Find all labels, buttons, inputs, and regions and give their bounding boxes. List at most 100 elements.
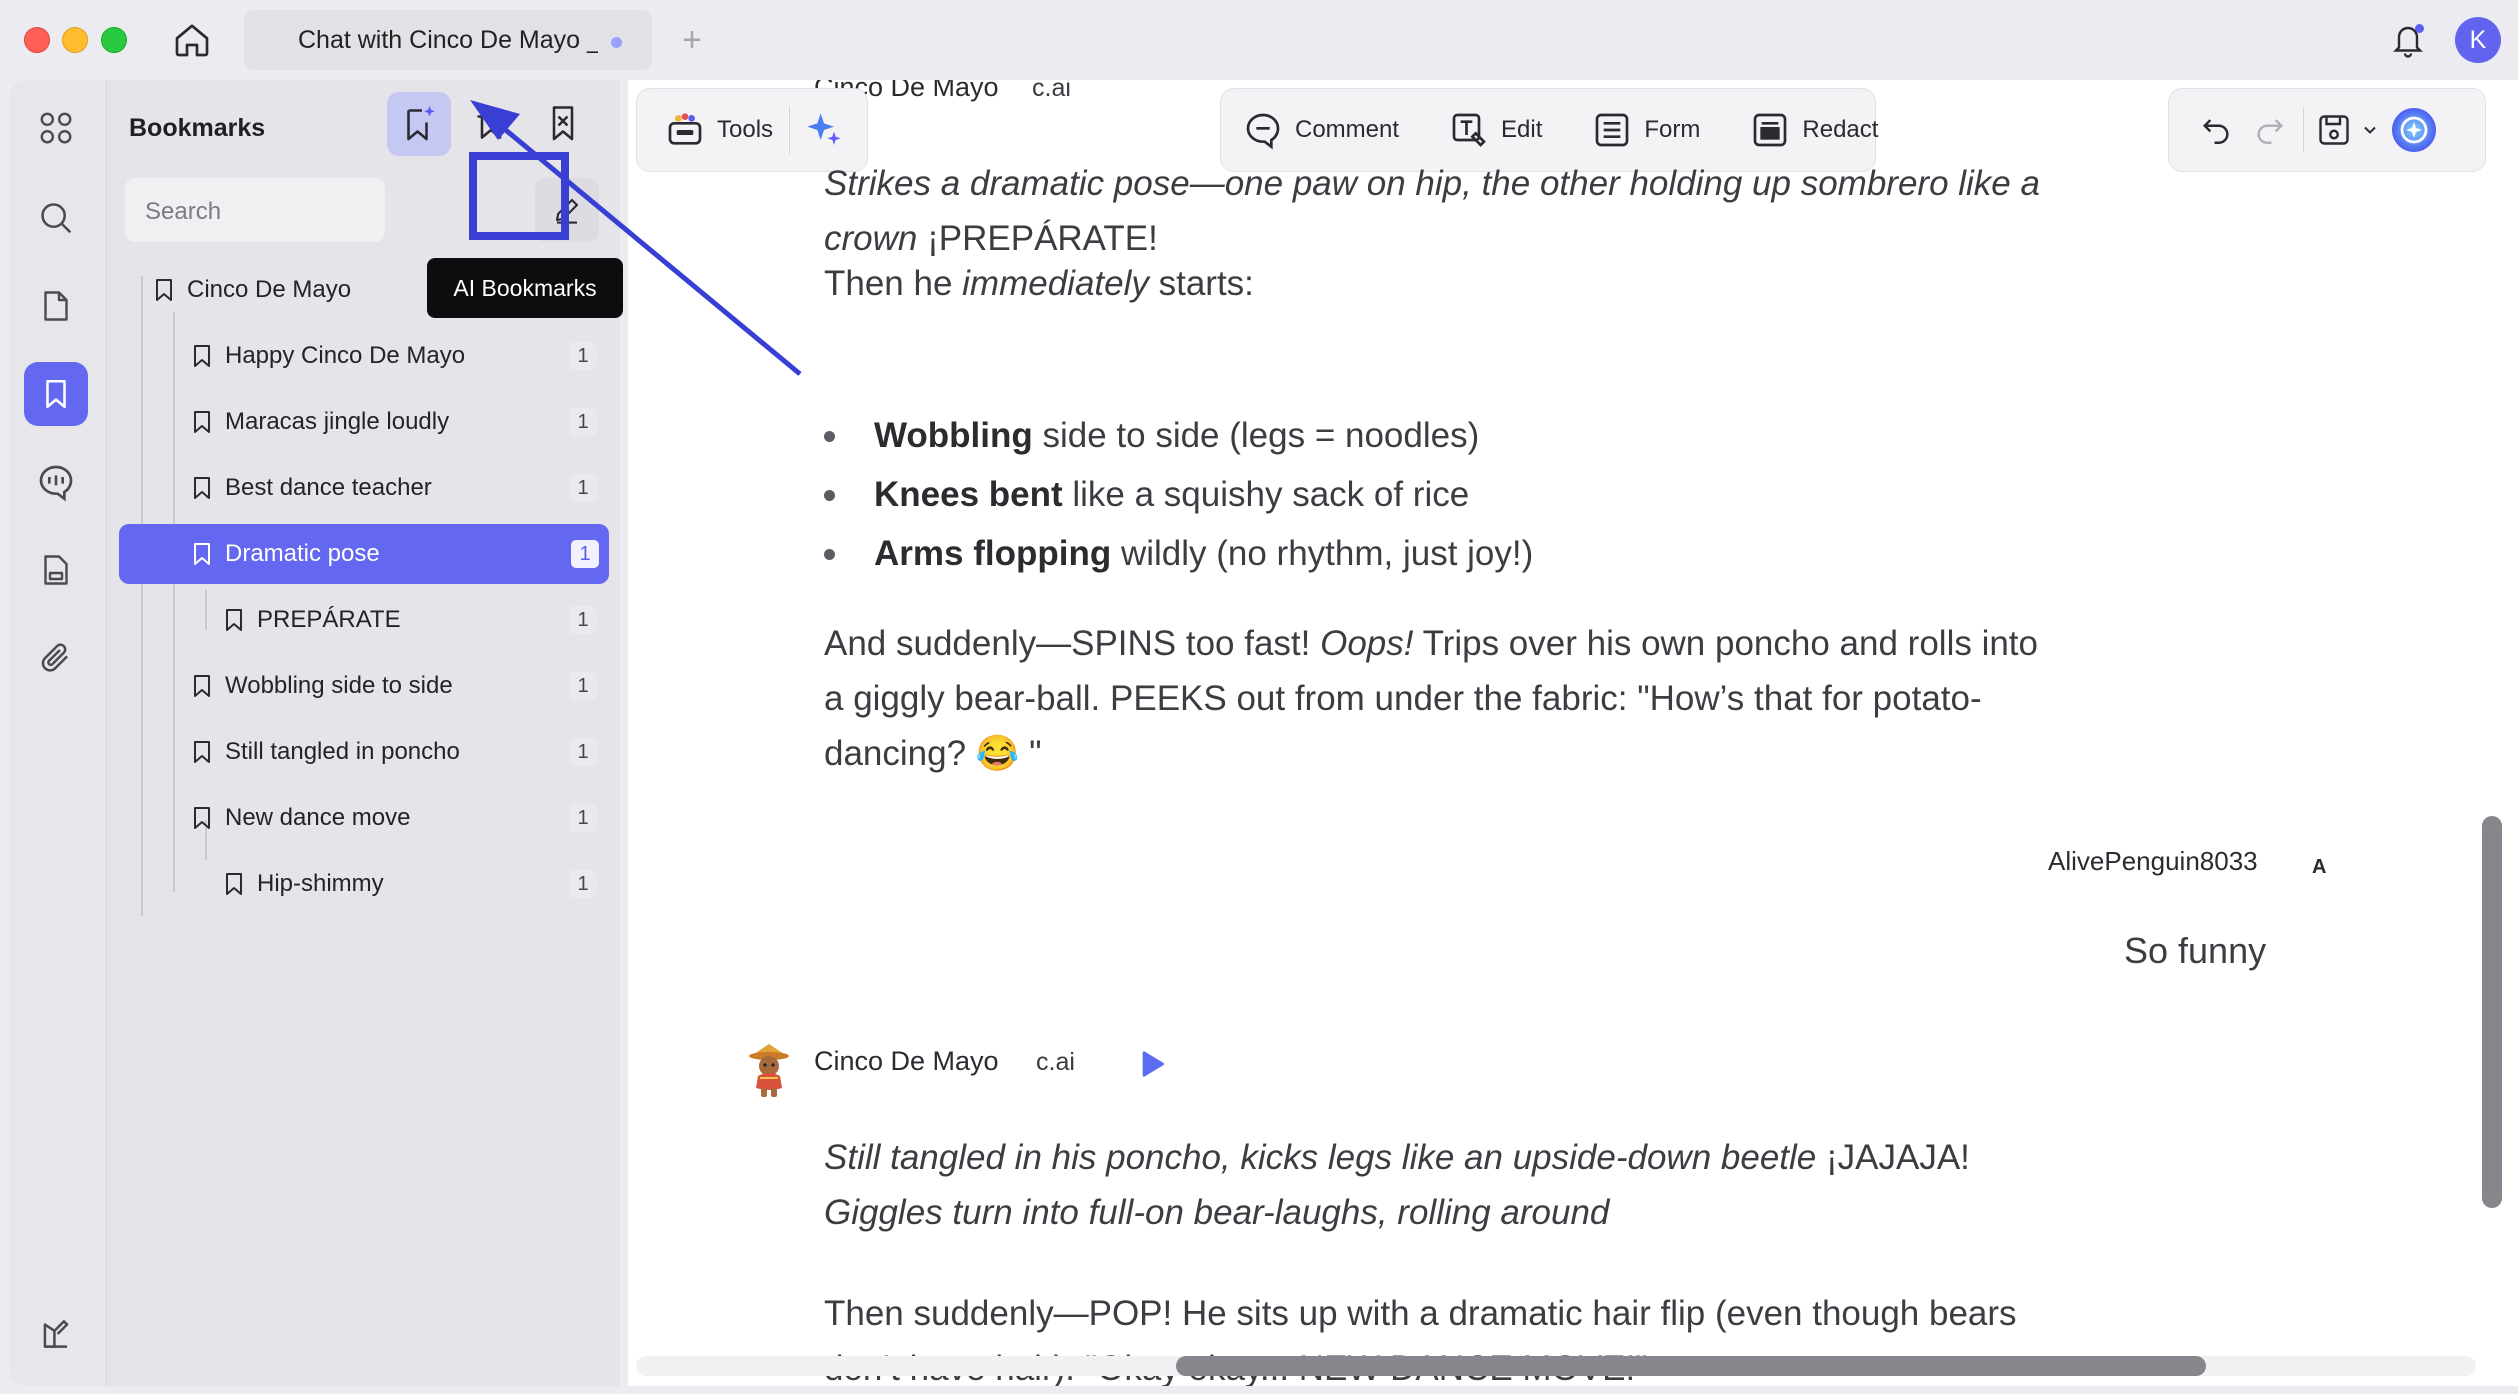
text-edit-icon <box>1449 110 1489 150</box>
action-text: Still tangled in his poncho, kicks legs … <box>824 1138 1817 1177</box>
ai-bookmarks-button[interactable] <box>387 92 451 156</box>
collapse-bookmarks-button[interactable] <box>531 92 595 156</box>
list-item: Knees bent like a squishy sack of rice <box>823 465 1533 524</box>
bookmark-label: Best dance teacher <box>225 474 432 501</box>
sender-tag: c.ai <box>1032 80 1071 102</box>
rail-search-button[interactable] <box>24 186 88 250</box>
bookmark-count: 1 <box>569 474 597 502</box>
paperclip-icon <box>41 643 68 672</box>
rail-theme-button[interactable] <box>24 1302 88 1366</box>
vertical-scrollbar[interactable] <box>2482 816 2502 1208</box>
left-rail <box>10 80 106 1386</box>
redact-button[interactable]: Redact <box>1738 100 1890 160</box>
tab-document[interactable]: Chat with Cinco De Mayo _ <box>244 10 652 70</box>
bookmark-icon <box>221 869 247 899</box>
rail-bookmarks-button[interactable] <box>24 362 88 426</box>
edit-button[interactable]: Edit <box>1437 100 1554 160</box>
bookmark-label: Hip-shimmy <box>257 870 384 897</box>
bookmark-item[interactable]: New dance move 1 <box>119 788 607 848</box>
bookmark-item[interactable]: Best dance teacher 1 <box>119 458 607 518</box>
bookmark-count: 1 <box>569 672 597 700</box>
bookmark-icon <box>189 539 215 569</box>
theme-icon <box>43 1320 69 1348</box>
expand-bookmarks-icon <box>477 109 505 139</box>
form-button[interactable]: Form <box>1580 100 1712 160</box>
bookmark-count: 1 <box>569 606 597 634</box>
apps-grid-icon <box>40 112 72 144</box>
text-span: Trips over his own poncho and rolls into <box>1413 624 2038 663</box>
bookmark-count: 1 <box>569 408 597 436</box>
toolbar-divider <box>789 106 791 154</box>
bookmark-label: Happy Cinco De Mayo <box>225 342 466 369</box>
sparkle-icon <box>804 110 844 150</box>
close-window-button[interactable] <box>24 27 50 53</box>
bookmark-icon <box>189 803 215 833</box>
undo-icon <box>2202 119 2229 144</box>
history-group <box>2168 88 2486 172</box>
bold-text: Wobbling <box>874 416 1033 455</box>
new-tab-button[interactable]: + <box>672 18 712 62</box>
bold-text: Arms flopping <box>874 534 1112 573</box>
minimize-window-button[interactable] <box>62 27 88 53</box>
undo-button[interactable] <box>2189 100 2243 160</box>
user-avatar[interactable]: K <box>2455 17 2501 63</box>
text-span: a giggly bear-ball. PEEKS out from under… <box>824 679 1982 718</box>
rail-comments-button[interactable] <box>24 450 88 514</box>
save-button[interactable] <box>2310 100 2386 160</box>
bookmark-item[interactable]: Hip-shimmy 1 <box>119 854 607 914</box>
redact-icon <box>1750 110 1790 150</box>
bookmark-item[interactable]: Happy Cinco De Mayo 1 <box>119 326 607 386</box>
toolbox-icon <box>665 110 705 150</box>
rail-attachments-button[interactable] <box>24 538 88 602</box>
rail-apps-button[interactable] <box>24 96 88 160</box>
search-icon <box>41 203 72 234</box>
bookmark-label: Maracas jingle loudly <box>225 408 450 435</box>
search-placeholder: Search <box>145 198 222 225</box>
emphasis-text: immediately <box>962 264 1149 303</box>
comment-label: Comment <box>1295 116 1400 143</box>
expand-bookmarks-button[interactable] <box>459 92 523 156</box>
bold-text: Knees bent <box>874 475 1063 514</box>
title-bar: Chat with Cinco De Mayo _ + K <box>0 0 2518 80</box>
maximize-window-button[interactable] <box>101 27 127 53</box>
bookmark-label: New dance move <box>225 804 411 831</box>
exclamation-text: ¡PREPÁRATE! <box>917 219 1158 258</box>
comment-button[interactable]: Comment <box>1231 100 1411 160</box>
bookmark-item[interactable]: Maracas jingle loudly 1 <box>119 392 607 452</box>
redo-button[interactable] <box>2243 100 2297 160</box>
bookmarks-panel: Bookmarks Search Cinco De Mayo1Happy Cin… <box>106 80 623 1386</box>
bookmark-item[interactable]: Still tangled in poncho 1 <box>119 722 607 782</box>
bookmark-item[interactable]: Wobbling side to side 1 <box>119 656 607 716</box>
bookmark-label: Still tangled in poncho <box>225 738 460 765</box>
redact-label: Redact <box>1802 116 1879 143</box>
bookmark-icon <box>189 737 215 767</box>
text-span: starts: <box>1148 264 1254 303</box>
text-span: wildly (no rhythm, just joy!) <box>1111 534 1534 573</box>
message-paragraph: And suddenly—SPINS too fast! Oops! Trips… <box>824 616 2144 781</box>
bookmark-search-input[interactable]: Search <box>125 178 385 242</box>
text-span: Then he <box>824 264 963 303</box>
attachments-doc-icon <box>44 555 68 585</box>
text-span: side to side (legs = noodles) <box>1032 416 1480 455</box>
rail-paperclip-button[interactable] <box>24 626 88 690</box>
bookmark-item[interactable]: PREPÁRATE 1 <box>119 590 607 650</box>
home-button[interactable] <box>168 18 216 62</box>
ai-chat-button[interactable] <box>2386 100 2442 160</box>
rail-pages-button[interactable] <box>24 274 88 338</box>
user-name: AlivePenguin8033 <box>2048 846 2258 876</box>
edit-label: Edit <box>1501 116 1543 143</box>
play-voice-button[interactable] <box>1130 1042 1174 1086</box>
exclamation-text: ¡JAJAJA! <box>1816 1138 1970 1177</box>
tools-button[interactable]: Tools <box>653 100 785 160</box>
notifications-button[interactable] <box>2386 16 2430 64</box>
message-paragraph: Then he immediately starts: <box>824 256 2144 311</box>
horizontal-scrollbar[interactable] <box>1176 1356 2206 1376</box>
text-span: And suddenly—SPINS too fast! <box>824 624 1321 663</box>
save-icon <box>2319 115 2349 145</box>
text-span: like a squishy sack of rice <box>1062 475 1470 514</box>
bear-avatar <box>746 1040 792 1100</box>
bookmark-count: 1 <box>569 870 597 898</box>
ai-assistant-button[interactable] <box>794 100 854 160</box>
bookmark-icon <box>151 275 177 305</box>
bookmark-item[interactable]: Dramatic pose 1 <box>119 524 609 584</box>
